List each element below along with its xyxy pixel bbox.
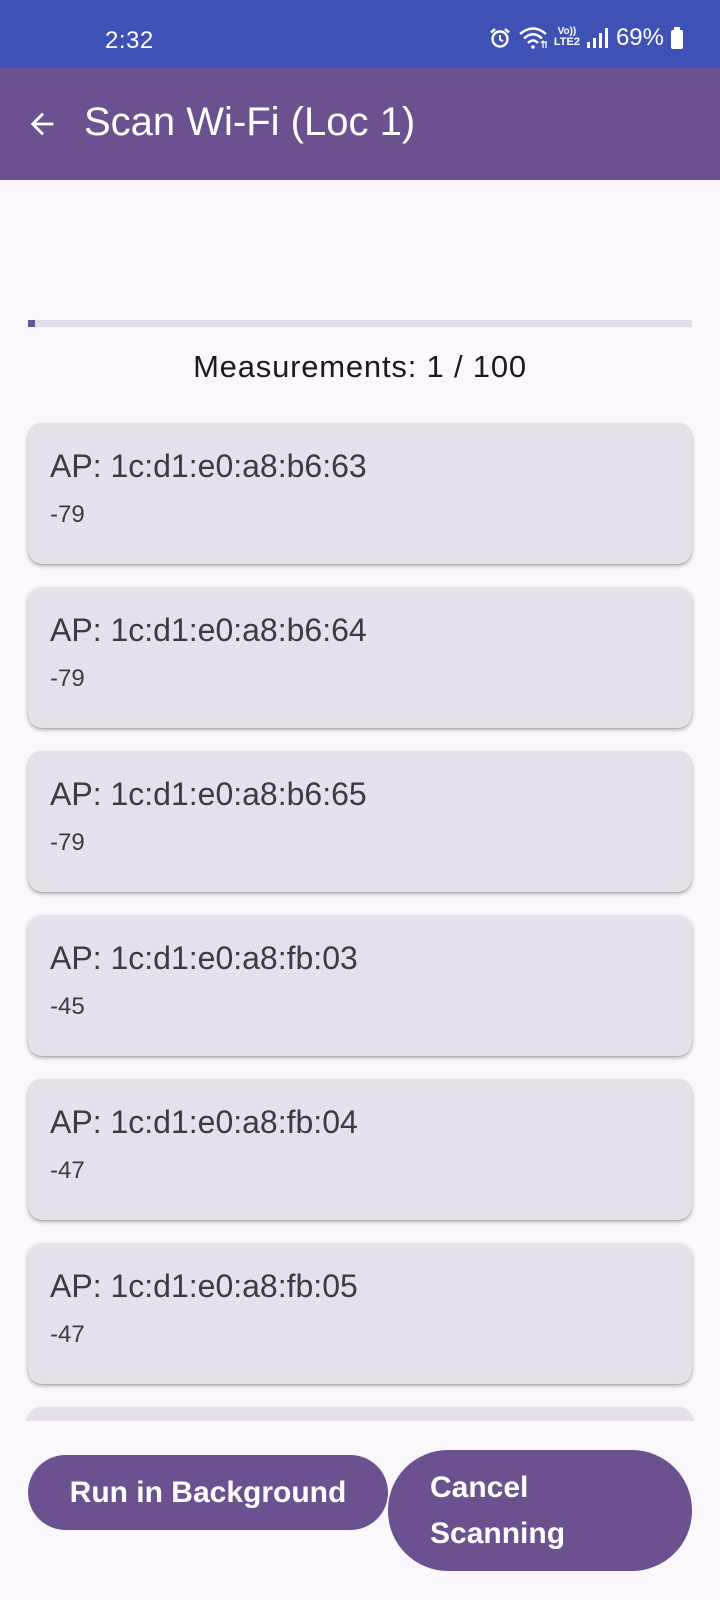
access-point-card[interactable]: AP: 1c:d1:e0:a8:b6:64 -79 xyxy=(28,587,692,728)
access-point-rssi: -47 xyxy=(50,1157,85,1184)
cancel-scanning-button[interactable]: Cancel Scanning xyxy=(388,1450,692,1571)
scan-progress-bar xyxy=(28,320,692,327)
access-point-name: AP: 1c:d1:e0:a8:fb:03 xyxy=(50,940,358,976)
access-point-card[interactable]: AP: 1c:d1:e0:a8:b6:63 -79 xyxy=(28,423,692,564)
back-button[interactable] xyxy=(20,102,64,146)
access-point-rssi: -45 xyxy=(50,993,85,1020)
status-bar: 2:32 Vo)) LTE2 69% xyxy=(0,0,720,68)
access-point-name: AP: 1c:d1:e0:a8:b6:63 xyxy=(50,448,367,484)
run-in-background-button[interactable]: Run in Background xyxy=(28,1455,388,1530)
battery-percent: 69% xyxy=(615,24,664,51)
measurements-counter: Measurements: 1 / 100 xyxy=(193,349,527,384)
app-bar: Scan Wi-Fi (Loc 1) xyxy=(0,68,720,180)
access-point-rssi: -79 xyxy=(50,665,85,692)
access-point-card[interactable]: AP: 1c:d1:e0:a8:fb:03 -45 xyxy=(28,915,692,1056)
access-point-name: AP: 1c:d1:e0:a8:b6:65 xyxy=(50,776,367,812)
access-point-rssi: -79 xyxy=(50,501,85,528)
wifi-icon xyxy=(519,27,547,49)
access-point-card-partial[interactable] xyxy=(28,1407,692,1421)
battery-icon xyxy=(671,27,683,49)
access-point-name: AP: 1c:d1:e0:a8:fb:05 xyxy=(50,1268,358,1304)
access-point-rssi: -79 xyxy=(50,829,85,856)
access-point-card[interactable]: AP: 1c:d1:e0:a8:b6:65 -79 xyxy=(28,751,692,892)
scan-progress-fill xyxy=(28,320,35,327)
access-point-card[interactable]: AP: 1c:d1:e0:a8:fb:04 -47 xyxy=(28,1079,692,1220)
access-point-list[interactable]: AP: 1c:d1:e0:a8:b6:63 -79 AP: 1c:d1:e0:a… xyxy=(0,418,720,1421)
alarm-icon xyxy=(490,28,510,48)
access-point-name: AP: 1c:d1:e0:a8:b6:64 xyxy=(50,612,367,648)
signal-icon xyxy=(586,28,608,48)
arrow-back-icon xyxy=(30,112,54,136)
status-time: 2:32 xyxy=(105,27,154,54)
access-point-rssi: -47 xyxy=(50,1321,85,1348)
access-point-card[interactable]: AP: 1c:d1:e0:a8:fb:05 -47 xyxy=(28,1243,692,1384)
page-title: Scan Wi-Fi (Loc 1) xyxy=(84,100,416,144)
access-point-name: AP: 1c:d1:e0:a8:fb:04 xyxy=(50,1104,358,1140)
network-type-label: LTE2 xyxy=(553,36,580,48)
status-icons: Vo)) LTE2 69% xyxy=(488,24,684,51)
volte-lte-indicator: Vo)) LTE2 xyxy=(554,26,580,48)
